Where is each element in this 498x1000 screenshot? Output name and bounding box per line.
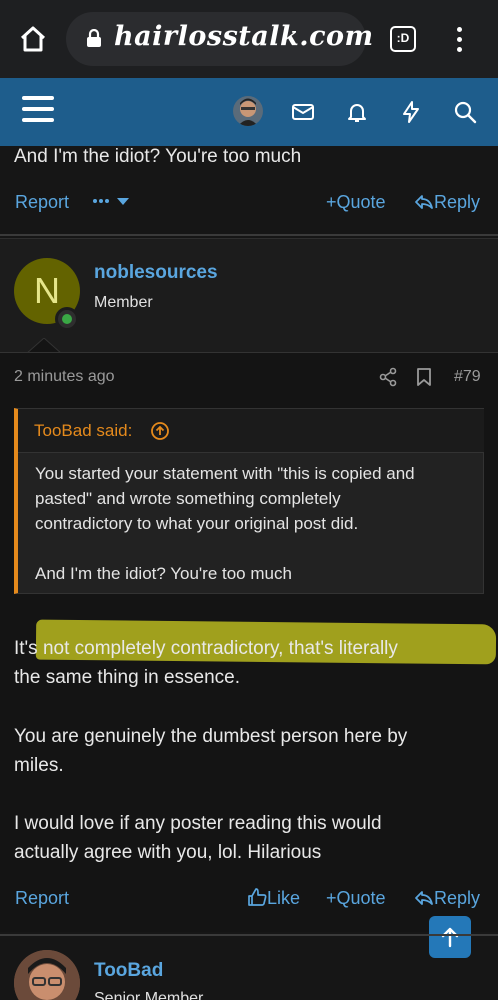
- search-icon[interactable]: [453, 100, 477, 124]
- mail-icon[interactable]: [291, 100, 315, 124]
- bell-icon[interactable]: [345, 100, 369, 124]
- message-line: You are genuinely the dumbest person her…: [14, 726, 408, 747]
- user-avatar[interactable]: [233, 96, 263, 126]
- bookmark-icon[interactable]: [416, 367, 432, 387]
- bolt-icon[interactable]: [399, 100, 423, 124]
- user-role: Senior Member: [94, 990, 204, 1000]
- tabs-icon[interactable]: :D: [390, 26, 416, 52]
- previous-post-text: And I'm the idiot? You're too much: [14, 146, 302, 167]
- site-header: [0, 78, 498, 146]
- reply-button[interactable]: Reply: [414, 888, 480, 909]
- quote-header: TooBad said:: [18, 409, 484, 453]
- report-link[interactable]: Report: [15, 192, 69, 213]
- post-divider: [0, 234, 498, 236]
- address-bar[interactable]: hairlosstalk.com: [66, 12, 373, 66]
- browser-toolbar: hairlosstalk.com :D: [0, 0, 498, 78]
- quote-block: TooBad said: You started your statement …: [14, 408, 484, 594]
- lock-icon: [87, 29, 101, 47]
- quote-button[interactable]: +Quote: [326, 888, 386, 909]
- message-line: I would love if any poster reading this …: [14, 813, 382, 834]
- avatar[interactable]: [14, 950, 80, 1000]
- home-icon[interactable]: [18, 24, 48, 54]
- quote-line: contradictory to what your original post…: [35, 514, 359, 533]
- message-line: It's not completely contradictory, that'…: [14, 638, 398, 659]
- message-line: the same thing in essence.: [14, 667, 241, 688]
- thumbs-up-icon: [248, 888, 267, 906]
- share-icon[interactable]: [378, 367, 398, 387]
- scroll-to-top-button[interactable]: [429, 916, 471, 958]
- url-text: hairlosstalk.com: [114, 21, 374, 52]
- post-divider: [0, 934, 498, 936]
- username[interactable]: noblesources: [94, 262, 218, 284]
- post-time[interactable]: 2 minutes ago: [14, 368, 115, 386]
- reply-icon: [415, 891, 433, 905]
- reply-icon: [415, 195, 433, 209]
- quote-line: You started your statement with "this is…: [35, 464, 415, 483]
- message-line: actually agree with you, lol. Hilarious: [14, 842, 322, 863]
- reply-button[interactable]: Reply: [414, 192, 480, 213]
- post-number[interactable]: #79: [454, 368, 481, 386]
- message-line: miles.: [14, 755, 64, 776]
- arrow-up-icon: [441, 927, 459, 948]
- quote-line: pasted" and wrote something completely: [35, 489, 341, 508]
- report-link[interactable]: Report: [15, 888, 69, 909]
- username[interactable]: TooBad: [94, 960, 163, 982]
- user-role: Member: [94, 294, 153, 311]
- online-status-icon: [55, 307, 79, 331]
- more-vert-icon[interactable]: [450, 24, 468, 54]
- menu-icon[interactable]: [22, 96, 54, 124]
- like-button[interactable]: Like: [247, 888, 300, 909]
- quote-line: And I'm the idiot? You're too much: [35, 564, 292, 583]
- arrow-up-circle-icon[interactable]: [150, 421, 170, 441]
- quote-button[interactable]: +Quote: [326, 192, 386, 213]
- more-options-icon[interactable]: [92, 196, 130, 210]
- quote-author[interactable]: TooBad said:: [34, 421, 132, 441]
